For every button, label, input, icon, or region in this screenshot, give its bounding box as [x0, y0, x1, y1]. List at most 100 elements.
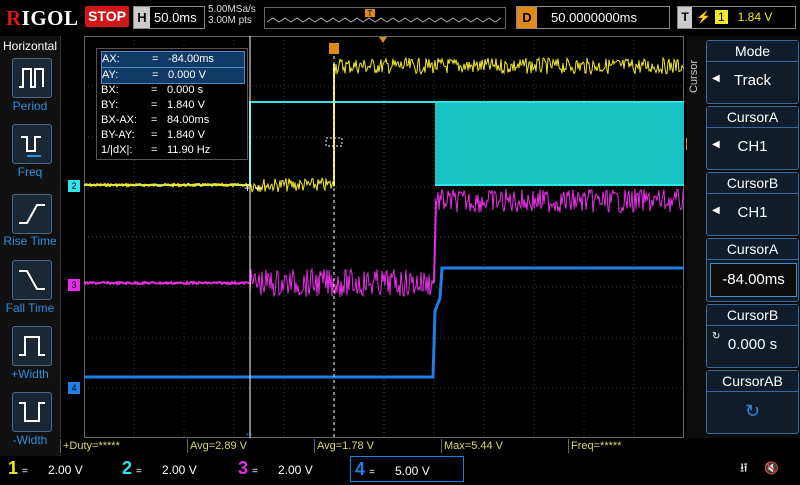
readout-bxax-value: 84.00ms — [167, 114, 210, 126]
ch1-trace-noisy-low — [249, 177, 335, 193]
measurement-max[interactable]: Max=5.44 V — [441, 439, 569, 453]
ch3-coupling-icon: = — [252, 466, 258, 477]
ch2-scale: 2.00 V — [162, 463, 197, 477]
mode-softkey[interactable]: Mode ◀ Track — [706, 40, 799, 104]
cursor-b-position-value: 0.000 s — [727, 336, 778, 353]
freq-icon — [21, 136, 41, 157]
cursor-b-position-title: CursorB — [707, 305, 798, 326]
cursor-a-position-value: -84.00ms — [710, 263, 797, 297]
ch2-status[interactable]: 2 = 2.00 V — [118, 456, 228, 480]
fall-time-button[interactable] — [12, 260, 52, 300]
mute-speaker-icon[interactable]: 🔇 — [764, 456, 788, 480]
rise-time-label: Rise Time — [3, 234, 57, 248]
ch2-offset-marker[interactable]: 2 — [68, 180, 80, 192]
fall-time-icon — [19, 270, 45, 290]
delay-value: 50.0000000ms — [551, 10, 638, 25]
freq-button[interactable] — [12, 124, 52, 164]
ch1-status[interactable]: 1 = 2.00 V — [4, 456, 114, 480]
rise-time-icon — [19, 204, 45, 224]
ch4-coupling-icon: = — [369, 467, 375, 478]
cursor-ab-title: CursorAB — [707, 371, 798, 392]
ch3-scale: 2.00 V — [278, 463, 313, 477]
cursor-readout-panel: AX: = -84.00ms AY: = 0.000 V BX: = 0.000 s BY:… — [96, 48, 248, 160]
readout-ax-name: AX: — [102, 53, 120, 65]
readout-by-name: BY: — [101, 99, 119, 111]
cursor-b-source-value: CH1 — [737, 204, 768, 221]
fall-time-label: Fall Time — [5, 301, 55, 315]
ch3-trace-high — [434, 188, 685, 214]
readout-by-eq: = — [151, 99, 158, 111]
neg-width-label: -Width — [12, 433, 48, 447]
period-icon — [19, 68, 44, 88]
cursor-b-source-title: CursorB — [707, 173, 798, 194]
readout-invdx-value: 11.90 Hz — [167, 144, 211, 156]
readout-ay-name: AY: — [102, 69, 119, 81]
readout-by-value: 1.840 V — [167, 99, 205, 111]
trigger-time-marker — [329, 43, 339, 54]
ch1-coupling-icon: = — [22, 466, 28, 477]
readout-ax-eq: = — [152, 53, 159, 65]
period-button[interactable] — [12, 58, 52, 98]
cursor-b-source-softkey[interactable]: CursorB ◀ CH1 — [706, 172, 799, 236]
trigger-key: T — [678, 7, 692, 28]
cursor-a-source-title: CursorA — [707, 107, 798, 128]
cursor-b-position-softkey[interactable]: CursorB ↻ 0.000 s — [706, 304, 799, 368]
ch4-status[interactable]: 4 = 5.00 V — [350, 456, 464, 482]
measurement-avg-2[interactable]: Avg=1.78 V — [314, 439, 442, 453]
mode-title: Mode — [707, 41, 798, 62]
ch3-rising-edge — [433, 200, 437, 284]
sample-rate: 5.00MSa/s — [208, 4, 256, 15]
cursor-ab-softkey[interactable]: CursorAB ↻ — [706, 370, 799, 434]
timebase-value: 50.0ms — [154, 10, 197, 25]
neg-width-button[interactable] — [12, 392, 52, 432]
readout-invdx-eq: = — [151, 144, 158, 156]
readout-invdx-name: 1/|dX|: — [101, 144, 133, 156]
measurement-duty[interactable]: +Duty=***** — [60, 439, 188, 453]
ch3-trace-noisy — [249, 267, 434, 298]
ch1-number: 1 — [7, 458, 18, 478]
pos-width-button[interactable] — [12, 326, 52, 366]
center-time-marker — [379, 37, 387, 43]
channel-bar: 1 = 2.00 V 2 = 2.00 V 3 = 2.00 V 4 = 5.00 V ⭿ 🔇 — [0, 456, 800, 482]
ch1-trace-low — [83, 182, 251, 188]
cursor-a-position-softkey[interactable]: CursorA↻-84.00ms — [706, 238, 799, 302]
cursor-menu: Mode ◀ Track CursorA ◀ CH1 CursorB ◀ CH1 Curso… — [687, 36, 800, 438]
waveform-overview-bar[interactable]: T — [264, 7, 506, 29]
readout-bx-value: 0.000 s — [167, 84, 204, 96]
period-label: Period — [12, 99, 48, 113]
pos-width-icon — [19, 336, 45, 356]
trigger-level: 1.84 V — [737, 10, 773, 24]
readout-bxax-eq: = — [151, 114, 158, 126]
ch2-filled-burst — [435, 103, 684, 185]
delay-readout[interactable]: D 50.0000000ms — [516, 6, 670, 29]
readout-row-bx-ax: BX-AX: = 84.00ms — [101, 113, 243, 128]
readout-bx-eq: = — [151, 84, 158, 96]
ch3-status[interactable]: 3 = 2.00 V — [234, 456, 344, 480]
readout-bxax-name: BX-AX: — [101, 114, 138, 126]
ch1-scale: 2.00 V — [48, 463, 83, 477]
delay-key: D — [517, 7, 537, 28]
timebase-readout[interactable]: H 50.0ms — [133, 6, 205, 29]
ch4-offset-marker[interactable]: 4 — [68, 382, 80, 394]
measurement-avg-1[interactable]: Avg=2.89 V — [187, 439, 315, 453]
ch3-offset-marker[interactable]: 3 — [68, 279, 80, 291]
ch4-number: 4 — [354, 459, 365, 479]
acquisition-info: 5.00MSa/s 3.00M pts — [208, 4, 256, 26]
trigger-position-label: T — [368, 9, 373, 18]
ch4-scale: 5.00 V — [395, 464, 430, 478]
trigger-readout[interactable]: T ⚡ 1 1.84 V — [677, 6, 796, 29]
mode-value: Track — [734, 72, 771, 89]
freq-label: Freq — [17, 165, 43, 179]
run-stop-button[interactable]: STOP — [85, 6, 129, 27]
cursor-a-source-softkey[interactable]: CursorA ◀ CH1 — [706, 106, 799, 170]
readout-row-ay: AY: = 0.000 V — [101, 67, 245, 84]
measurement-freq[interactable]: Freq=***** — [568, 439, 686, 453]
readout-row-bx: BX: = 0.000 s — [101, 83, 243, 98]
ch2-coupling-icon: = — [136, 466, 142, 477]
readout-row-ax: AX: = -84.00ms — [101, 51, 245, 68]
readout-byay-name: BY-AY: — [101, 129, 135, 141]
rise-time-button[interactable] — [12, 194, 52, 234]
trigger-edge-icon: ⚡ — [696, 10, 711, 24]
readout-byay-eq: = — [151, 129, 158, 141]
usb-icon: ⭿ — [740, 461, 748, 475]
